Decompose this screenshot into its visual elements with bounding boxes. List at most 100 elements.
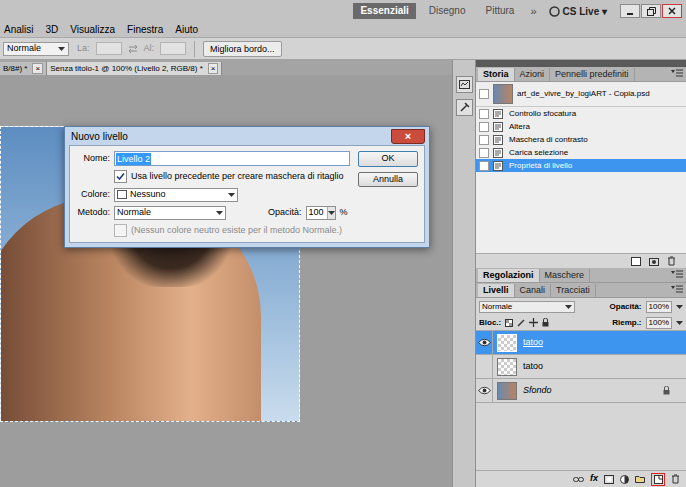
dropdown-arrow-icon <box>565 305 572 309</box>
layer-thumbnail <box>497 382 517 400</box>
lock-move-icon[interactable] <box>529 318 538 327</box>
mode-select[interactable]: Normale <box>3 42 69 56</box>
panel-tab[interactable]: Pennelli predefiniti <box>550 68 635 81</box>
panel-tab[interactable]: Canali <box>515 284 552 297</box>
clip-checkbox-label[interactable]: Usa livello precedente per creare masche… <box>131 170 344 184</box>
history-state-icon <box>493 109 505 119</box>
fill-label: Riemp.: <box>612 317 641 329</box>
layer-opacity-field[interactable]: 100% <box>646 301 672 313</box>
history-item[interactable]: Maschera di contrasto <box>476 133 686 146</box>
more-workspaces-button[interactable]: » <box>527 3 539 20</box>
panel-menu-icon[interactable] <box>671 285 683 294</box>
menu-item[interactable]: Aiuto <box>175 23 198 37</box>
close-tab-button[interactable]: × <box>208 63 219 74</box>
document-tabs: B/8#) *×Senza titolo-1 @ 100% (Livello 2… <box>0 60 452 75</box>
visibility-toggle[interactable] <box>476 331 493 354</box>
height-label: Al: <box>144 42 155 56</box>
close-tab-button[interactable]: × <box>32 63 43 74</box>
width-field <box>96 42 122 55</box>
eye-icon[interactable] <box>478 338 491 347</box>
history-item[interactable]: Proprietà di livello <box>476 159 686 172</box>
dialog-body: Nome: Livello 2 Usa livello precedente per… <box>69 145 425 243</box>
fill-field[interactable]: 100% <box>646 317 672 329</box>
color-swatch <box>117 190 127 199</box>
dropdown-arrow-icon <box>676 305 683 309</box>
layer-style-button[interactable]: fx <box>590 472 598 486</box>
canvas: Nuovo livello× Nome: Livello 2 Usa livello … <box>0 75 452 487</box>
panel-tab[interactable]: Regolazioni <box>478 269 540 282</box>
tool-preset-icon[interactable] <box>456 99 473 116</box>
panel-tab[interactable]: Livelli <box>478 284 515 297</box>
lock-brush-icon[interactable] <box>517 319 525 327</box>
minimize-button[interactable] <box>620 4 640 18</box>
snapshot-icon[interactable] <box>649 257 659 266</box>
clip-checkbox[interactable] <box>114 170 127 183</box>
dialog-title-bar[interactable]: Nuovo livello× <box>69 127 425 145</box>
workspace-button[interactable]: Pittura <box>479 3 522 19</box>
new-document-icon[interactable] <box>631 257 641 266</box>
layer-row[interactable]: Sfondo <box>476 379 686 403</box>
dialog-close-button[interactable]: × <box>391 129 425 144</box>
delete-layer-icon[interactable] <box>671 474 680 484</box>
panel-tab[interactable]: Maschere <box>540 269 591 282</box>
dialog-button[interactable]: Annulla <box>358 172 418 188</box>
history-footer <box>476 253 686 268</box>
history-icon[interactable] <box>456 76 473 93</box>
document-tab[interactable]: B/8#) *× <box>0 62 47 75</box>
history-tabs: StoriaAzioniPennelli predefiniti <box>476 67 686 82</box>
blend-mode-select[interactable]: Normale <box>479 301 575 313</box>
menu-item[interactable]: Visualizza <box>70 23 115 37</box>
history-snapshot[interactable]: art_de_vivre_by_logiART - Copia.psd <box>476 82 686 107</box>
panel-menu-icon[interactable] <box>671 69 683 78</box>
refine-edge-button[interactable]: Migliora bordo... <box>203 41 282 57</box>
adjustment-layer-icon[interactable] <box>620 475 629 484</box>
cs-live-button[interactable]: CS Live ▾ <box>546 4 610 19</box>
workspace-button[interactable]: Disegno <box>422 3 473 19</box>
workspace: B/8#) *×Senza titolo-1 @ 100% (Livello 2… <box>0 60 686 487</box>
layer-row[interactable]: tatoo <box>476 331 686 355</box>
visibility-toggle[interactable] <box>476 355 493 378</box>
link-layers-icon[interactable] <box>573 476 584 483</box>
document-tab[interactable]: Senza titolo-1 @ 100% (Livello 2, RGB/8)… <box>47 62 222 75</box>
menu-item[interactable]: Analisi <box>4 23 33 37</box>
dialog-button[interactable]: OK <box>358 151 418 167</box>
layer-thumbnail <box>497 358 517 376</box>
color-select[interactable]: Nessuno <box>114 188 238 202</box>
lock-all-icon[interactable] <box>542 318 549 327</box>
options-bar: NormaleLa:Al:Migliora bordo... <box>0 38 686 60</box>
panel-tab[interactable]: Tracciati <box>551 284 596 297</box>
dropdown-arrow-icon <box>328 211 335 215</box>
lock-transparency-icon[interactable] <box>505 319 513 327</box>
layers-panel: LivelliCanaliTracciatiNormaleOpacità:100… <box>476 283 686 487</box>
workspace-button[interactable]: Essenziali <box>353 3 415 19</box>
layer-mask-icon[interactable] <box>604 475 614 484</box>
panel-tab[interactable]: Azioni <box>515 68 551 81</box>
trash-icon[interactable] <box>667 256 676 266</box>
dropdown-arrow-icon <box>228 193 235 197</box>
close-window-button[interactable] <box>662 4 682 18</box>
mode-select[interactable]: Normale <box>114 206 226 220</box>
menu-item[interactable]: 3D <box>45 23 58 37</box>
name-field[interactable]: Livello 2 <box>114 151 350 166</box>
name-label: Nome: <box>76 152 110 166</box>
restore-button[interactable] <box>641 4 661 18</box>
panel-icon-strip <box>452 60 475 487</box>
new-layer-dialog: Nuovo livello× Nome: Livello 2 Usa livello … <box>64 126 430 248</box>
neutral-color-label: (Nessun colore neutro esiste per il meto… <box>131 224 342 238</box>
eye-icon[interactable] <box>478 386 491 395</box>
opacity-field[interactable]: 100 <box>306 206 336 220</box>
history-item[interactable]: Altera <box>476 120 686 133</box>
neutral-color-checkbox <box>114 224 127 237</box>
history-state-icon <box>493 135 505 145</box>
swap-icon <box>128 45 138 53</box>
dropdown-arrow-icon <box>676 321 683 325</box>
panel-tab[interactable]: Storia <box>478 68 515 81</box>
history-item[interactable]: Controllo sfocatura <box>476 107 686 120</box>
group-folder-icon[interactable] <box>635 475 645 483</box>
menu-item[interactable]: Finestra <box>127 23 163 37</box>
history-item[interactable]: Carica selezione <box>476 146 686 159</box>
layer-row[interactable]: tatoo <box>476 355 686 379</box>
panel-menu-icon[interactable] <box>671 270 683 279</box>
visibility-toggle[interactable] <box>476 379 493 402</box>
new-layer-button[interactable] <box>651 473 665 486</box>
